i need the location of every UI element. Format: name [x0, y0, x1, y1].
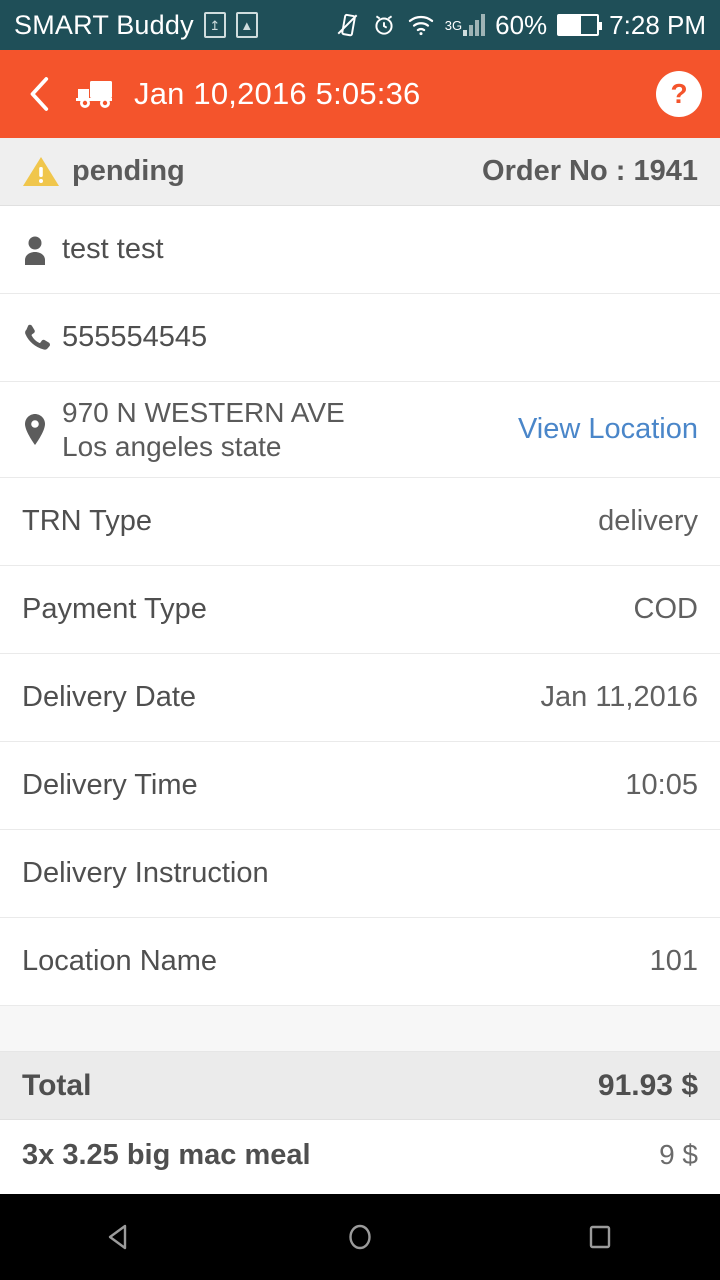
- field-label: Payment Type: [22, 593, 207, 625]
- alarm-icon: [371, 12, 397, 38]
- nav-recents-icon[interactable]: [540, 1194, 660, 1280]
- field-row-location-name: Location Name 101: [0, 918, 720, 1006]
- network-type-label: 3G: [444, 17, 463, 33]
- help-button[interactable]: ?: [656, 71, 702, 117]
- vibrate-icon: [335, 12, 361, 38]
- field-value: 10:05: [625, 769, 698, 801]
- phone-icon: [22, 323, 62, 353]
- app-screen: SMART Buddy ↥ ▲ 3G 60% 7:28 PM Jan 10,20…: [0, 0, 720, 1280]
- address-line-1: 970 N WESTERN AVE: [62, 397, 345, 429]
- status-bar-right: 3G 60% 7:28 PM: [335, 10, 706, 41]
- field-row-payment-type: Payment Type COD: [0, 566, 720, 654]
- order-item-name: 3x 3.25 big mac meal: [22, 1138, 311, 1171]
- field-label: Delivery Date: [22, 681, 197, 713]
- field-row-delivery-time: Delivery Time 10:05: [0, 742, 720, 830]
- order-item-price: 9 $: [659, 1139, 698, 1170]
- total-row: Total 91.93 $: [0, 1052, 720, 1120]
- clock-label: 7:28 PM: [609, 9, 706, 40]
- sim-card-icon: ↥: [203, 12, 226, 38]
- location-pin-icon: [22, 413, 62, 447]
- field-label: TRN Type: [22, 505, 153, 537]
- address-line-2: Los angeles state: [62, 430, 282, 462]
- person-icon: [22, 235, 62, 265]
- order-details-list: test test 555554545 970 N WESTERN AVE Lo…: [0, 206, 720, 1194]
- order-status-strip: pending Order No : 1941: [0, 138, 720, 206]
- wifi-icon: [407, 13, 435, 37]
- customer-name: test test: [62, 233, 164, 265]
- status-bar-left: SMART Buddy ↥ ▲: [14, 10, 258, 41]
- field-row-trn-type: TRN Type delivery: [0, 478, 720, 566]
- nav-home-icon[interactable]: [300, 1194, 420, 1280]
- status-bar: SMART Buddy ↥ ▲ 3G 60% 7:28 PM: [0, 0, 720, 50]
- field-value: COD: [633, 593, 698, 625]
- field-value: Jan 11,2016: [540, 681, 699, 713]
- phone-number: 555554545: [62, 321, 208, 353]
- total-label: Total: [22, 1068, 92, 1102]
- app-bar: Jan 10,2016 5:05:36 ?: [0, 50, 720, 138]
- field-row-delivery-date: Delivery Date Jan 11,2016: [0, 654, 720, 742]
- android-nav-bar: [0, 1194, 720, 1280]
- warning-triangle-icon: [22, 155, 60, 189]
- back-chevron-icon[interactable]: [18, 72, 62, 116]
- section-spacer: [0, 1006, 720, 1052]
- total-value: 91.93 $: [597, 1068, 698, 1102]
- field-value: delivery: [598, 505, 698, 537]
- status-badge: pending: [72, 155, 185, 187]
- address-row[interactable]: 970 N WESTERN AVE Los angeles state View…: [0, 382, 720, 478]
- field-row-delivery-instruction: Delivery Instruction: [0, 830, 720, 918]
- address-lines: 970 N WESTERN AVE Los angeles state: [62, 397, 345, 462]
- image-icon: ▲: [235, 12, 258, 38]
- nav-back-icon[interactable]: [60, 1194, 180, 1280]
- field-label: Location Name: [22, 945, 218, 977]
- field-value: 101: [649, 945, 698, 977]
- order-number-label: Order No : 1941: [482, 155, 698, 187]
- customer-row[interactable]: test test: [0, 206, 720, 294]
- view-location-link[interactable]: View Location: [518, 413, 698, 446]
- delivery-truck-icon: [74, 77, 120, 111]
- phone-row[interactable]: 555554545: [0, 294, 720, 382]
- field-label: Delivery Instruction: [22, 857, 269, 889]
- app-bar-title: Jan 10,2016 5:05:36: [134, 76, 421, 111]
- field-label: Delivery Time: [22, 769, 198, 801]
- battery-percent-label: 60%: [495, 9, 548, 40]
- order-item-row[interactable]: 3x 3.25 big mac meal 9 $: [0, 1120, 720, 1190]
- signal-bars-icon: 3G: [444, 14, 486, 36]
- carrier-label: SMART Buddy: [14, 9, 194, 40]
- battery-icon: [557, 14, 603, 36]
- signal-bars: [463, 14, 486, 36]
